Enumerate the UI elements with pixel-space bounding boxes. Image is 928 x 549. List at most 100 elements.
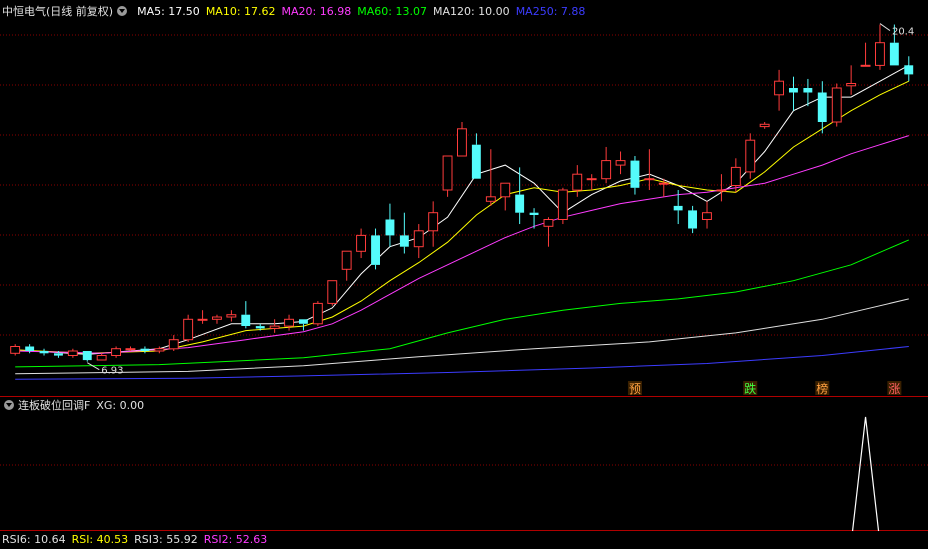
signal-marker-text: 涨 bbox=[888, 381, 900, 396]
low-price-label: 6.93 bbox=[101, 366, 123, 377]
candle-15 bbox=[226, 310, 237, 322]
signal-marker-2: 榜 bbox=[815, 381, 830, 396]
candle-body bbox=[774, 80, 784, 96]
candle-body bbox=[644, 178, 655, 181]
indicator-title: 连板破位回调F bbox=[18, 399, 91, 412]
candle-59 bbox=[860, 42, 871, 67]
candle-body bbox=[154, 348, 165, 352]
ma-legend: MA5: 17.50 MA10: 17.62 MA20: 16.98 MA60: 13… bbox=[131, 5, 585, 18]
candle-body bbox=[615, 160, 626, 166]
candle-body bbox=[299, 319, 308, 324]
line-ma120 bbox=[15, 298, 909, 375]
candle-body bbox=[67, 350, 78, 356]
candle-body bbox=[25, 346, 35, 351]
candle-body bbox=[54, 353, 63, 356]
candle-body bbox=[658, 182, 669, 185]
settings-dropdown-icon[interactable] bbox=[117, 6, 128, 16]
line-ma60 bbox=[15, 239, 909, 368]
price-annotations: 6.93 20.4 bbox=[87, 23, 914, 377]
candle-body bbox=[10, 346, 21, 354]
candle-27 bbox=[399, 212, 409, 254]
candle-body bbox=[399, 235, 409, 247]
kline-chart: 6.93 20.4 预 跌 榜 涨 bbox=[0, 23, 928, 532]
candle-body bbox=[241, 314, 251, 326]
candle-body bbox=[817, 92, 827, 122]
candle-39 bbox=[572, 165, 583, 197]
candle-44 bbox=[644, 149, 655, 191]
candle-body bbox=[212, 316, 222, 320]
rsi-label-3: RSI2: 52.63 bbox=[203, 533, 268, 546]
candle-26 bbox=[385, 203, 395, 247]
candle-body bbox=[875, 42, 885, 66]
stock-title: 中恒电气(日线 前复权) bbox=[2, 5, 114, 18]
candle-body bbox=[356, 234, 367, 252]
candle-49 bbox=[716, 174, 727, 202]
candle-body bbox=[688, 210, 697, 229]
candle-body bbox=[889, 42, 899, 66]
rsi-label-0: RSI6: 10.64 bbox=[2, 533, 66, 546]
candle-13 bbox=[197, 310, 208, 324]
candle-body bbox=[572, 173, 583, 191]
rsi-label-2: RSI3: 55.92 bbox=[134, 533, 198, 546]
candle-body bbox=[168, 339, 179, 350]
candle-37 bbox=[543, 217, 554, 247]
candle-body bbox=[39, 351, 49, 354]
candle-19 bbox=[284, 314, 295, 331]
candle-body bbox=[586, 178, 597, 181]
candle-9 bbox=[140, 346, 150, 354]
candle-body bbox=[140, 348, 150, 351]
candle-2 bbox=[39, 348, 49, 356]
candle-body bbox=[341, 250, 352, 270]
candle-57 bbox=[831, 83, 842, 127]
high-marker-line bbox=[879, 23, 891, 31]
candle-29 bbox=[428, 201, 439, 247]
candle-body bbox=[557, 189, 568, 220]
candle-body bbox=[601, 160, 612, 180]
candle-23 bbox=[341, 250, 352, 281]
candle-4 bbox=[67, 348, 78, 358]
candle-18 bbox=[269, 319, 280, 333]
candle-24 bbox=[356, 228, 367, 259]
line-ma20 bbox=[15, 135, 909, 354]
candle-40 bbox=[586, 174, 597, 191]
candle-14 bbox=[212, 314, 222, 324]
candle-33 bbox=[485, 149, 496, 206]
candle-body bbox=[515, 194, 525, 213]
ma-label-1: MA10: 17.62 bbox=[205, 5, 276, 18]
ma-label-0: MA5: 17.50 bbox=[137, 5, 200, 18]
candle-body bbox=[831, 87, 842, 123]
ma-label-3: MA60: 13.07 bbox=[357, 5, 427, 18]
signal-marker-text: 预 bbox=[629, 382, 641, 396]
candle-58 bbox=[846, 65, 857, 95]
candle-body bbox=[269, 325, 280, 329]
indicator-dropdown-icon[interactable] bbox=[4, 400, 14, 410]
candle-12 bbox=[183, 314, 194, 342]
signal-markers: 预跌榜涨 bbox=[627, 381, 902, 396]
candle-31 bbox=[457, 122, 467, 157]
candle-56 bbox=[817, 81, 827, 134]
candle-28 bbox=[413, 224, 424, 259]
candle-body bbox=[673, 205, 683, 211]
candle-body bbox=[500, 182, 511, 198]
signal-marker-text: 跌 bbox=[744, 381, 756, 396]
candle-body bbox=[312, 302, 323, 325]
candle-38 bbox=[557, 187, 568, 225]
candle-body bbox=[543, 219, 554, 227]
indicator-header: 连板破位回调F XG: 0.00 bbox=[0, 397, 144, 415]
indicator-panel bbox=[851, 416, 880, 532]
candle-54 bbox=[789, 76, 798, 111]
candle-62 bbox=[904, 56, 914, 82]
candlestick-series bbox=[10, 24, 914, 362]
candle-body bbox=[96, 355, 107, 361]
candle-body bbox=[82, 351, 92, 361]
candle-body bbox=[630, 160, 640, 188]
candle-41 bbox=[601, 146, 612, 184]
ma-label-4: MA120: 10.00 bbox=[432, 5, 510, 18]
candle-body bbox=[327, 280, 338, 304]
candle-body bbox=[284, 318, 295, 327]
candle-body bbox=[255, 326, 265, 329]
candle-body bbox=[716, 189, 727, 192]
candle-body bbox=[759, 123, 770, 128]
candle-51 bbox=[745, 133, 756, 179]
xg-signal-line bbox=[851, 416, 880, 532]
